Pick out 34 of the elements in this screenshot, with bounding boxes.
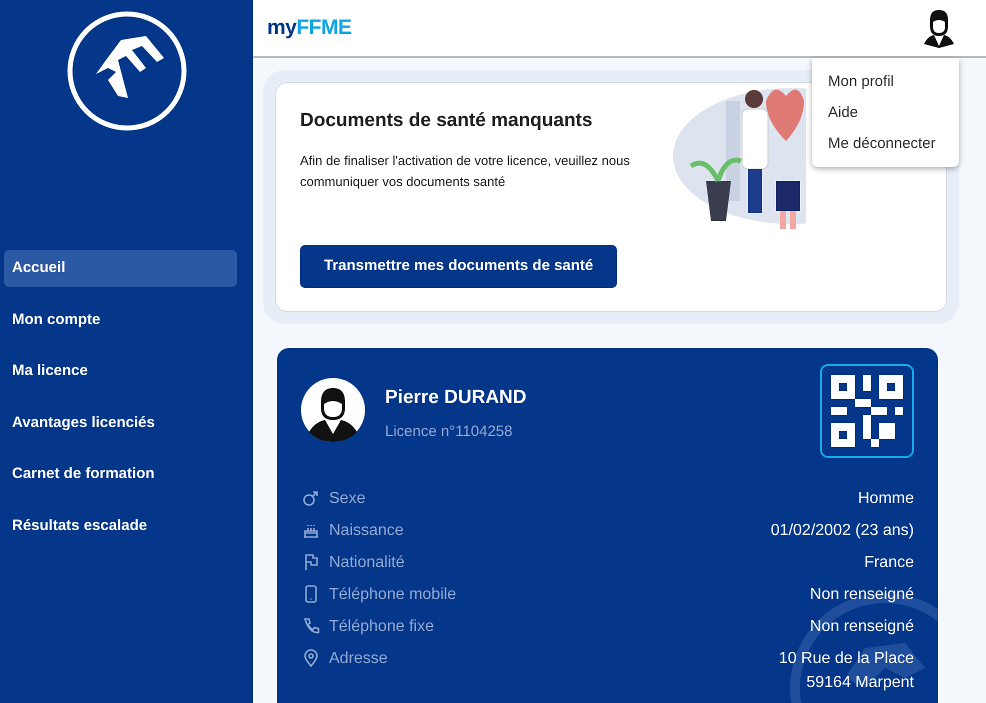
sidebar-item[interactable]: Mon compte bbox=[4, 302, 237, 338]
sidebar-item[interactable]: Résultats escalade bbox=[4, 508, 237, 544]
field-value: 01/02/2002 (23 ans) bbox=[770, 521, 914, 541]
qr-code-icon[interactable] bbox=[820, 364, 914, 458]
male-symbol-icon bbox=[301, 488, 321, 508]
avatar-silhouette-icon bbox=[301, 378, 365, 442]
phone-handset-icon bbox=[301, 616, 321, 636]
field-value: Non renseigné bbox=[810, 585, 914, 605]
member-name: Pierre DURAND bbox=[385, 386, 526, 410]
licence-number: Licence n°1104258 bbox=[385, 422, 514, 442]
field-label: Nationalité bbox=[329, 553, 405, 573]
field-value: 59164 Marpent bbox=[806, 673, 914, 693]
field-label: Naissance bbox=[329, 521, 404, 541]
sidebar-item[interactable]: Avantages licenciés bbox=[4, 404, 237, 441]
sidebar-item[interactable]: Carnet de formation bbox=[4, 456, 237, 492]
field-value: France bbox=[864, 553, 914, 573]
send-documents-button[interactable]: Transmettre mes documents de santé bbox=[300, 245, 618, 288]
field-label: Adresse bbox=[329, 649, 388, 669]
field-label: Téléphone mobile bbox=[329, 585, 456, 605]
field-value: Non renseigné bbox=[810, 617, 914, 637]
field-label: Téléphone fixe bbox=[329, 617, 434, 637]
field-value: Homme bbox=[858, 489, 914, 509]
field-label: Sexe bbox=[329, 489, 366, 509]
sidebar-item[interactable]: Accueil bbox=[4, 250, 237, 286]
alert-message: Afin de finaliser l'activation de votre licence, veuillez nous communiquer vos documents santé bbox=[300, 152, 631, 191]
menu-item[interactable]: Mon profil bbox=[812, 66, 959, 97]
location-pin-icon bbox=[301, 648, 321, 668]
menu-item[interactable]: Me déconnecter bbox=[812, 128, 959, 159]
app-logo[interactable]: myFFME bbox=[267, 12, 352, 44]
user-avatar-icon[interactable] bbox=[922, 8, 956, 48]
sidebar-item[interactable]: Ma licence bbox=[4, 353, 237, 390]
alert-title: Documents de santé manquants bbox=[300, 109, 594, 133]
field-value: 10 Rue de la Place bbox=[778, 649, 914, 669]
menu-item[interactable]: Aide bbox=[812, 97, 959, 128]
